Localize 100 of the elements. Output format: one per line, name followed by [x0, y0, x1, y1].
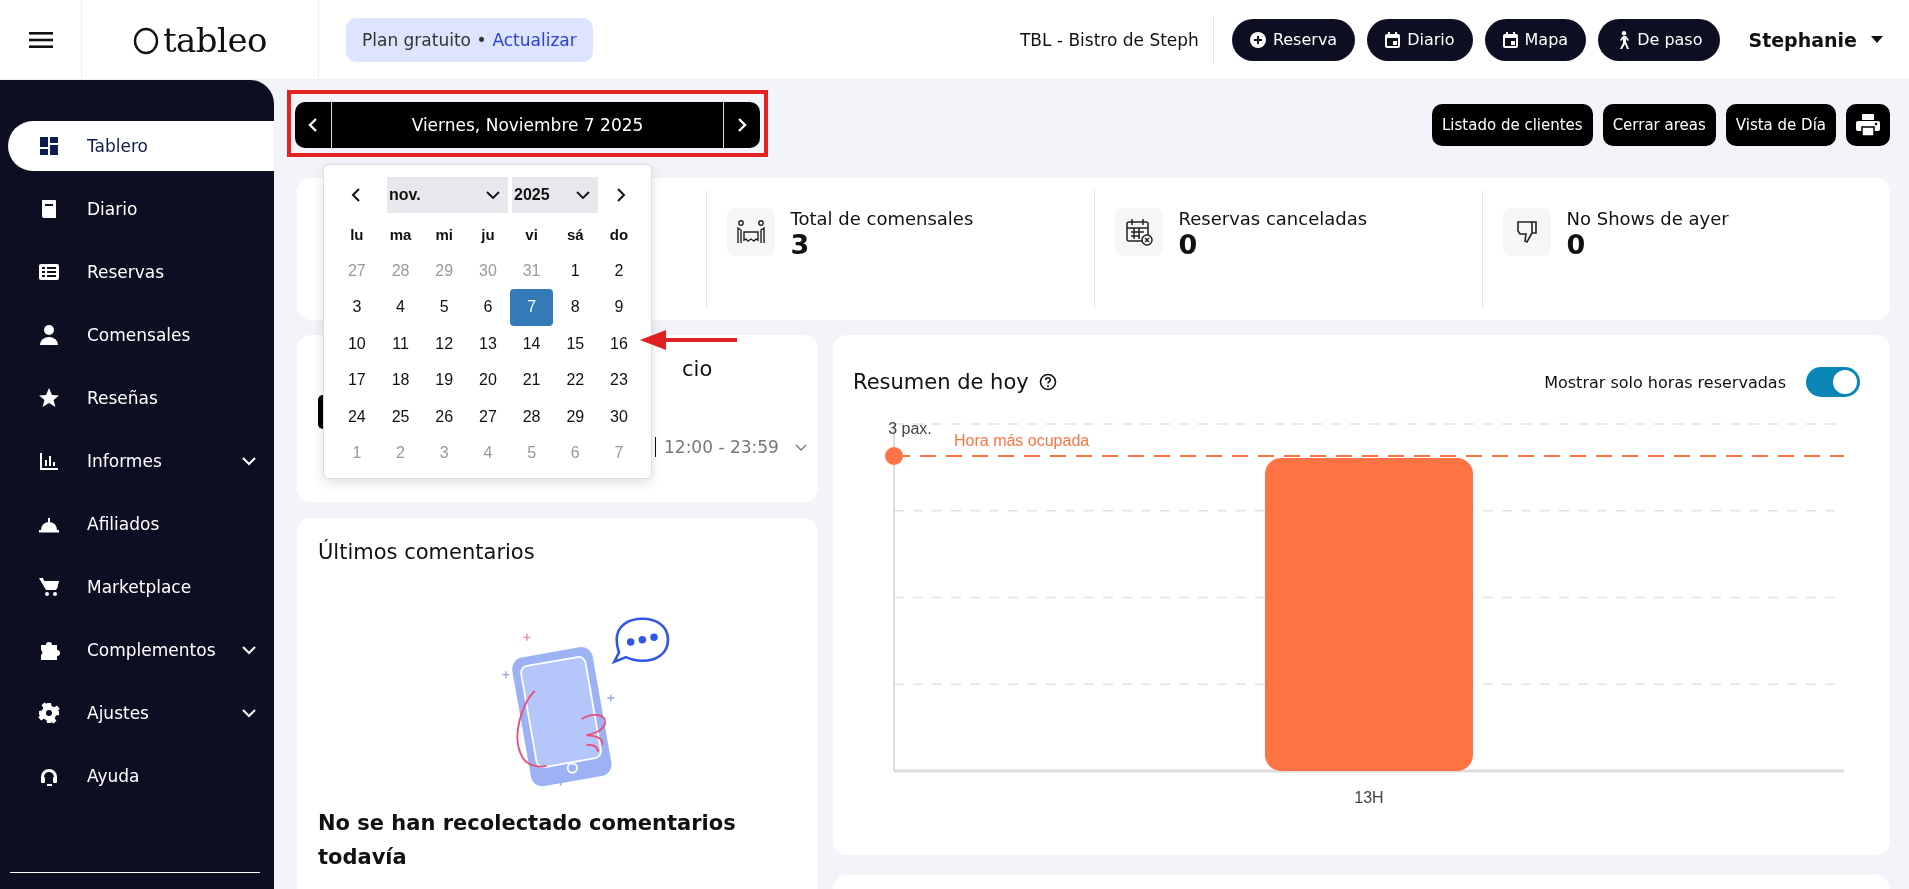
- person-icon: [38, 324, 60, 346]
- chevron-down-icon: [486, 191, 500, 199]
- year-select[interactable]: 2025: [512, 177, 598, 213]
- chevron-right-icon: [737, 117, 747, 133]
- header-action-button[interactable]: De paso: [1598, 18, 1721, 61]
- sidebar-item[interactable]: Tablero: [8, 121, 274, 171]
- sidebar-item[interactable]: Complementos: [8, 625, 274, 675]
- calendar-day[interactable]: 23: [597, 362, 641, 399]
- calendar-day[interactable]: 6: [466, 289, 510, 326]
- calendar-day[interactable]: 12: [422, 325, 467, 362]
- menu-icon[interactable]: [28, 30, 53, 49]
- chevron-left-icon[interactable]: [351, 187, 361, 203]
- header-action-button[interactable]: Reserva: [1231, 18, 1356, 61]
- calendar-day[interactable]: 3: [335, 289, 379, 326]
- toolbar-button[interactable]: Cerrar areas: [1602, 104, 1716, 146]
- dining-table-icon: [735, 219, 766, 245]
- x-tick-label: 13H: [1354, 789, 1384, 806]
- sidebar-item[interactable]: Reservas: [8, 247, 274, 297]
- toggle-switch[interactable]: [1806, 367, 1860, 397]
- sidebar-item[interactable]: Comensales: [8, 310, 274, 360]
- dashboard-icon: [38, 135, 60, 157]
- bar-chart-icon: [38, 450, 60, 472]
- calendar-day[interactable]: 16: [597, 325, 641, 362]
- calendar-day[interactable]: 20: [466, 362, 510, 399]
- venue-name: TBL - Bistro de Steph: [1019, 29, 1199, 50]
- cart-icon: [38, 576, 60, 598]
- calendar-icon: [1385, 31, 1401, 48]
- weekday-label: ma: [388, 224, 413, 245]
- user-menu[interactable]: Stephanie: [1748, 28, 1883, 51]
- thumbs-down-icon: [1514, 219, 1539, 245]
- plus-circle-icon: [1249, 31, 1266, 48]
- calendar-day[interactable]: 27: [466, 398, 510, 435]
- caret-icon: [1871, 36, 1883, 43]
- calendar-day[interactable]: 24: [335, 398, 379, 435]
- sidebar-item[interactable]: Marketplace: [8, 562, 274, 612]
- chevron-left-icon: [308, 117, 318, 133]
- gear-icon: [38, 702, 60, 724]
- calendar-day[interactable]: 5: [422, 289, 467, 326]
- star-icon: [38, 387, 60, 409]
- calendar-day[interactable]: 7: [509, 289, 554, 326]
- stat-value: 0: [1178, 229, 1199, 260]
- print-button[interactable]: [1846, 104, 1890, 146]
- time-range-select[interactable]: 12:00 - 23:59: [655, 437, 807, 457]
- calendar-day[interactable]: 14: [509, 325, 554, 362]
- card-title: Últimos comentarios: [318, 540, 536, 564]
- sidebar-item[interactable]: Reseñas: [8, 373, 274, 423]
- calendar-day[interactable]: 22: [553, 362, 598, 399]
- peak-annotation: Hora más ocupada: [954, 432, 1090, 449]
- calendar-day[interactable]: 10: [335, 325, 379, 362]
- sidebar-item[interactable]: Informes: [8, 436, 274, 486]
- toggle-label: Mostrar solo horas reservadas: [1544, 372, 1786, 392]
- weekday-label: do: [608, 224, 630, 245]
- sidebar-item[interactable]: Ajustes: [8, 688, 274, 738]
- dark-button[interactable]: [318, 395, 323, 429]
- month-select[interactable]: nov.: [387, 177, 508, 213]
- chevron-right-icon[interactable]: [616, 187, 626, 203]
- card-title-fragment: cio: [682, 357, 713, 383]
- weekday-label: vi: [524, 224, 539, 245]
- weekday-label: lu: [349, 224, 365, 245]
- calendar-day[interactable]: 21: [509, 362, 554, 399]
- sidebar-item[interactable]: Afiliados: [8, 499, 274, 549]
- calendar-day[interactable]: 29: [553, 398, 598, 435]
- logo: tableo: [162, 19, 268, 60]
- weekday-label: sá: [565, 224, 585, 245]
- sidebar-item[interactable]: Diario: [8, 184, 274, 234]
- toolbar-button[interactable]: Listado de clientes: [1432, 104, 1593, 146]
- card-title: Resumen de hoy: [853, 370, 1029, 394]
- calendar-day[interactable]: 19: [422, 362, 467, 399]
- calendar-day[interactable]: 17: [335, 362, 379, 399]
- calendar-day[interactable]: 26: [422, 398, 467, 435]
- stat-label: No Shows de ayer: [1566, 208, 1729, 229]
- stat-label: Reservas canceladas: [1178, 208, 1368, 229]
- calendar-day[interactable]: 1: [553, 252, 598, 289]
- toolbar-button[interactable]: Vista de Día: [1725, 104, 1836, 146]
- calendar-day[interactable]: 30: [597, 398, 641, 435]
- chevron-down-icon: [576, 191, 590, 199]
- header-action-button[interactable]: Diario: [1367, 18, 1473, 61]
- calendar-day[interactable]: 2: [597, 252, 641, 289]
- stat-value: 3: [790, 229, 811, 260]
- current-date[interactable]: Viernes, Noviembre 7 2025: [332, 115, 723, 135]
- calendar-icon: [1502, 31, 1518, 48]
- calendar-day[interactable]: 9: [597, 289, 641, 326]
- weekday-label: ju: [480, 224, 496, 245]
- calendar-day[interactable]: 13: [466, 325, 510, 362]
- calendar-day[interactable]: 4: [378, 289, 423, 326]
- upgrade-link[interactable]: Actualizar: [492, 29, 577, 50]
- puzzle-icon: [38, 639, 60, 661]
- stat-label: Total de comensales: [790, 208, 974, 229]
- help-icon[interactable]: [1038, 373, 1057, 391]
- calendar-day[interactable]: 28: [509, 398, 554, 435]
- printer-icon: [1856, 114, 1880, 136]
- sidebar-item[interactable]: Ayuda: [8, 751, 274, 801]
- calendar-cancel-icon: [1124, 218, 1153, 246]
- calendar-day[interactable]: 8: [553, 289, 598, 326]
- calendar-day[interactable]: 25: [378, 398, 423, 435]
- calendar-day[interactable]: 11: [378, 325, 423, 362]
- header-action-button[interactable]: Mapa: [1484, 18, 1587, 61]
- calendar-day[interactable]: 18: [378, 362, 423, 399]
- weekday-label: mi: [434, 224, 454, 245]
- calendar-day[interactable]: 15: [553, 325, 598, 362]
